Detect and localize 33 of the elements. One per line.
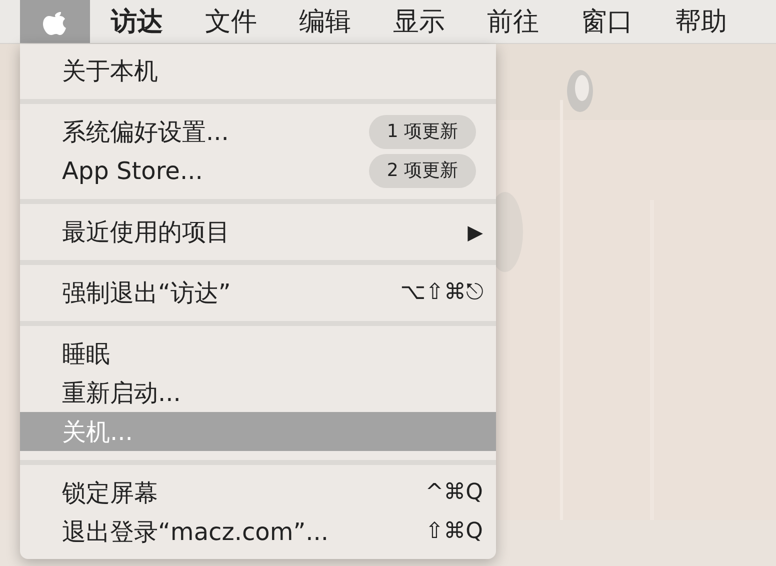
menu-bar-item[interactable]: 访达 — [90, 0, 184, 43]
menu-item[interactable]: 最近使用的项目 ▶ — [20, 212, 496, 251]
menu-bar-item[interactable]: 编辑 — [278, 0, 372, 43]
keyboard-shortcut: ^⌘Q — [425, 479, 483, 507]
menu-item[interactable]: 强制退出“访达” ⌥⇧⌘⎋ — [20, 273, 496, 312]
menu-item[interactable]: 睡眠 — [20, 334, 496, 373]
menu-item-label: 关于本机 — [62, 56, 158, 86]
menu-item[interactable]: 退出登录“macz.com”... ⇧⌘Q — [20, 512, 496, 551]
menu-item-label: 强制退出“访达” — [62, 278, 231, 308]
update-count-badge: 1 项更新 — [368, 114, 476, 148]
submenu-arrow: ▶ — [468, 218, 483, 246]
update-count-badge: 2 项更新 — [368, 154, 476, 188]
menu-bar-item[interactable]: 显示 — [372, 0, 466, 43]
menu-item[interactable]: App Store... 2 项更新 — [20, 151, 496, 190]
keyboard-shortcut: ⌥⇧⌘⎋ — [400, 279, 483, 307]
menu-item-label: App Store... — [62, 156, 203, 186]
menu-item-label: 最近使用的项目 — [62, 216, 230, 248]
menu-bar-item[interactable]: 前往 — [466, 0, 560, 43]
menu-item[interactable]: 锁定屏幕 ^⌘Q — [20, 473, 496, 512]
menu-item-label: 关机... — [62, 416, 133, 448]
menu-item-label: 睡眠 — [62, 338, 110, 370]
menu-bar-item[interactable]: 帮助 — [654, 0, 748, 43]
menu-item-label: 重新启动... — [62, 378, 181, 408]
menu-item-label: 退出登录“macz.com”... — [62, 516, 329, 548]
menu-bar-item[interactable]: 文件 — [184, 0, 278, 43]
menu-item[interactable]: 重新启动... — [20, 373, 496, 412]
menu-item-label: 锁定屏幕 — [62, 478, 158, 508]
menu-item-label: 系统偏好设置... — [62, 116, 229, 148]
menu-item[interactable]: 关于本机 — [20, 51, 496, 90]
keyboard-shortcut: ⇧⌘Q — [425, 518, 483, 546]
menu-item[interactable]: 系统偏好设置... 1 项更新 — [20, 112, 496, 151]
menu-bar-item[interactable]: 窗口 — [560, 0, 654, 43]
apple-menu-button[interactable] — [20, 0, 90, 43]
